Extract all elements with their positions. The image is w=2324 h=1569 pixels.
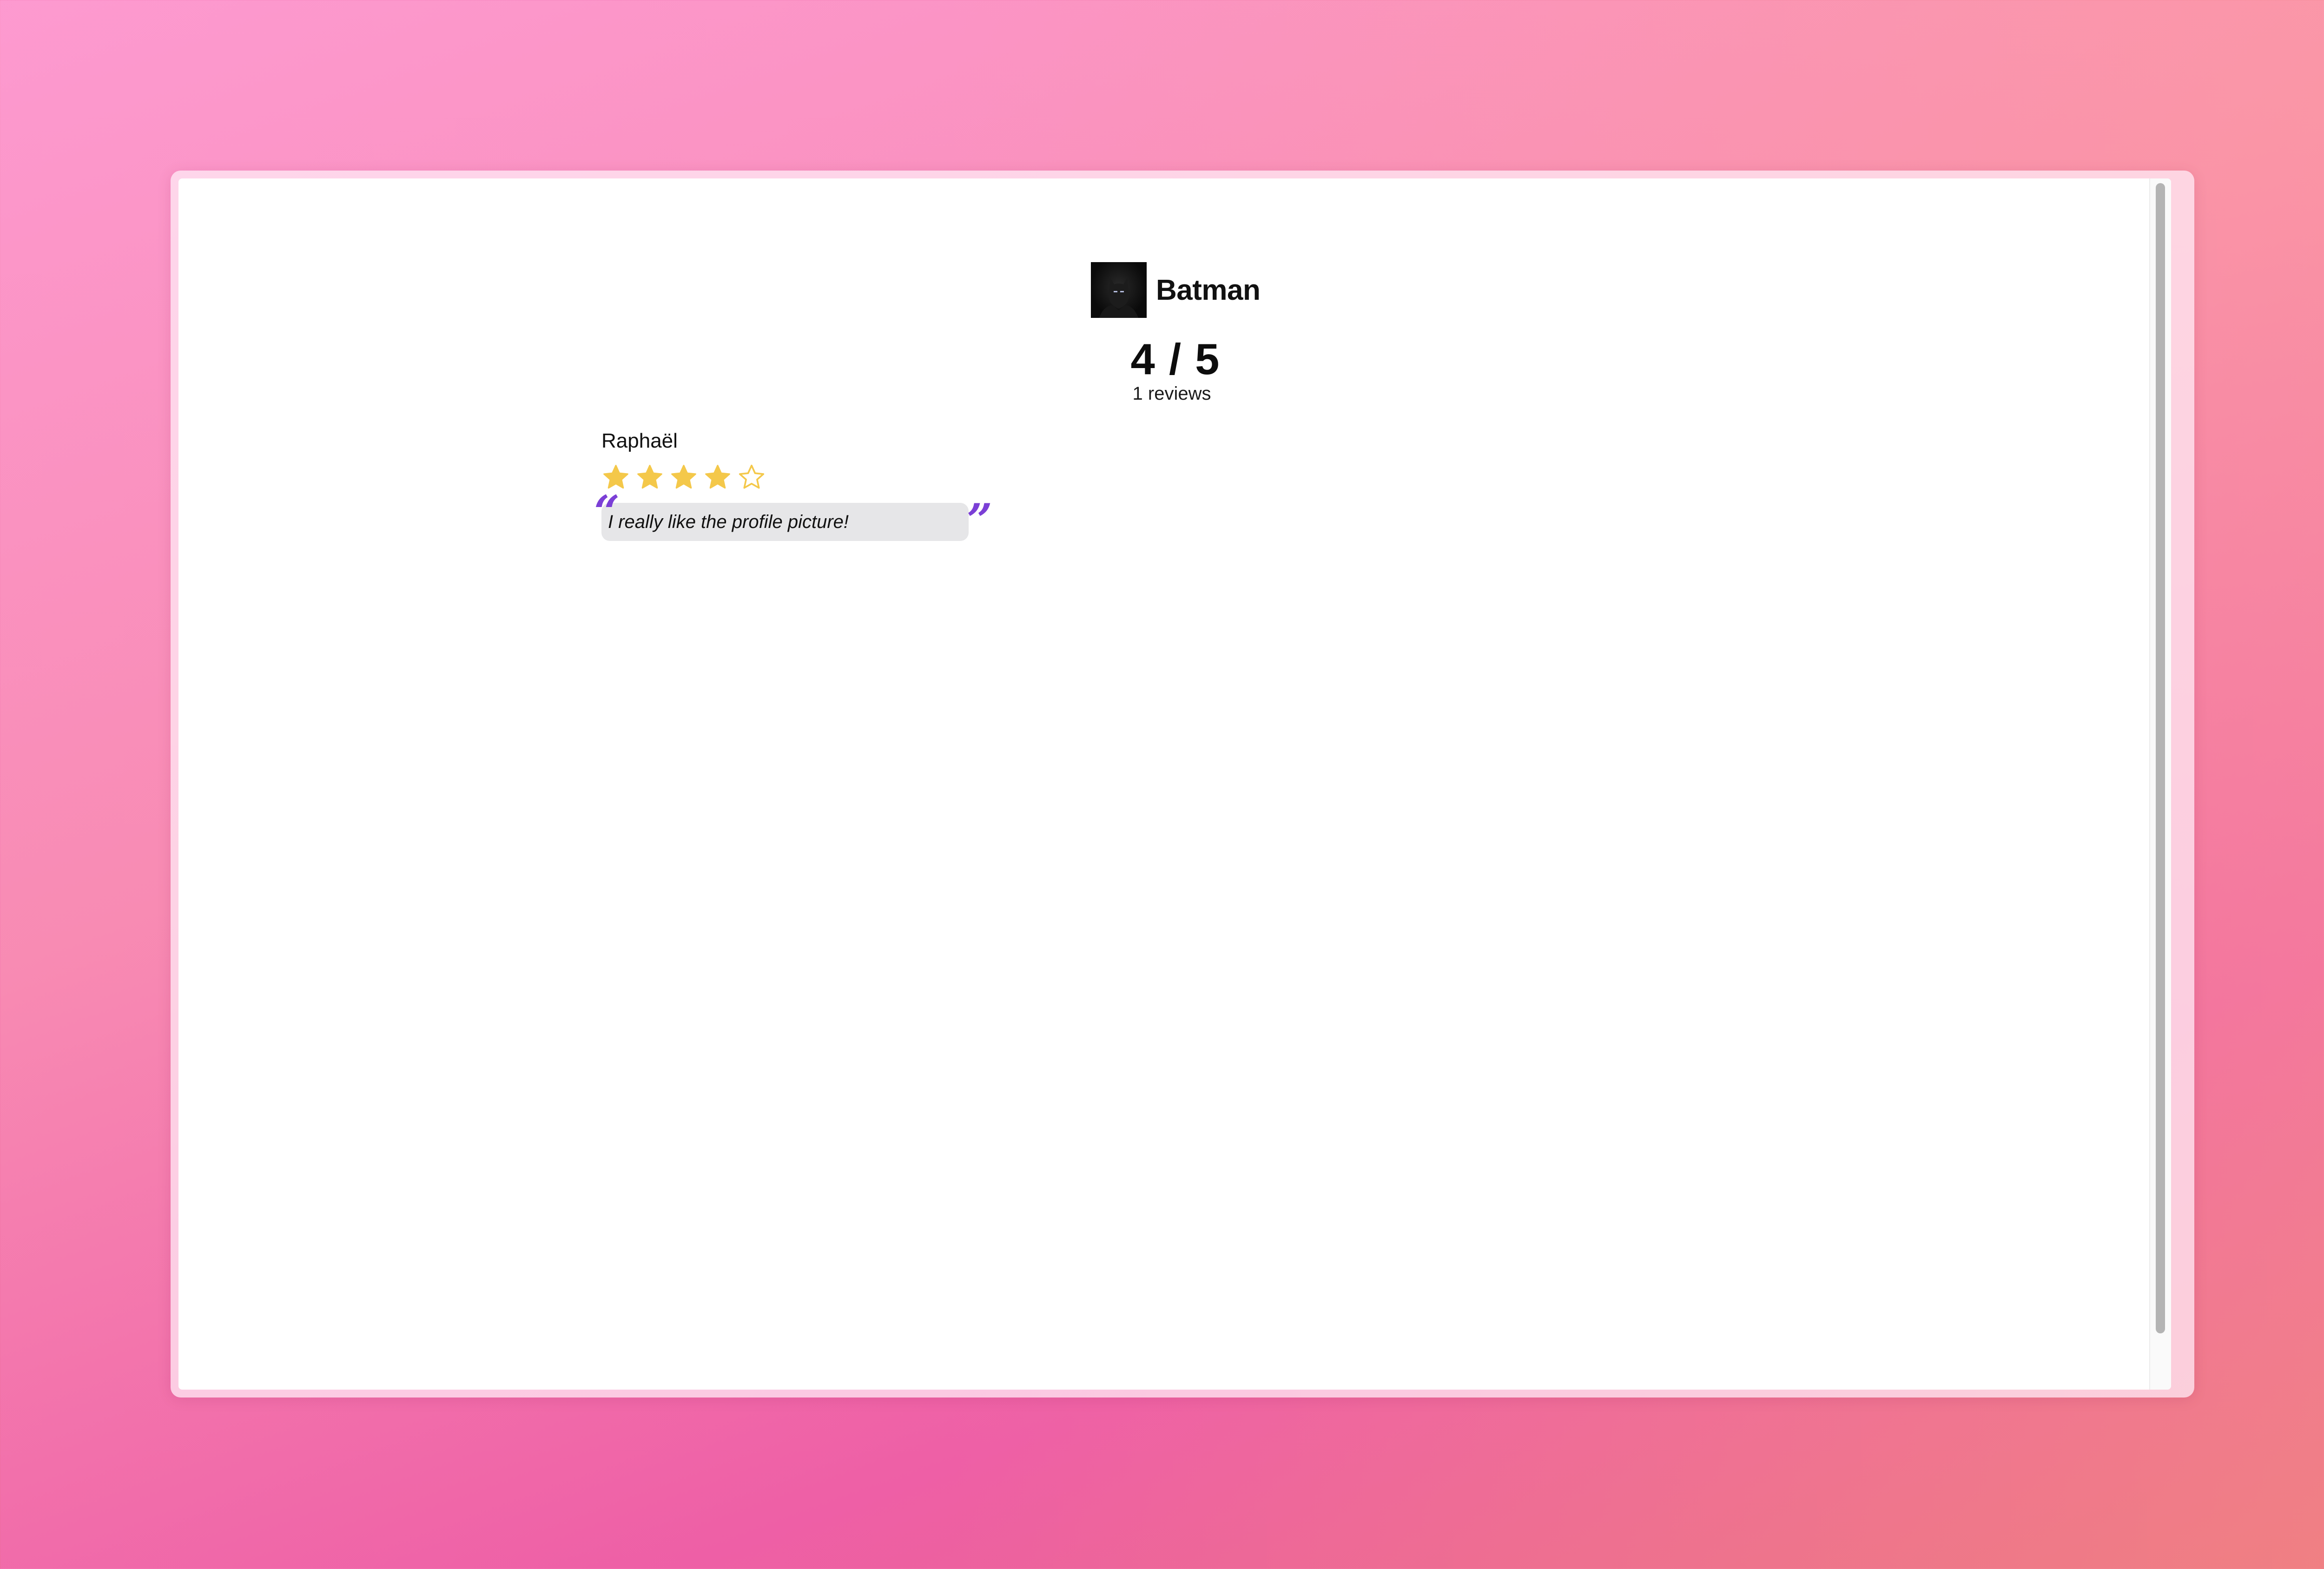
star-filled-icon xyxy=(671,465,696,489)
quote-open-icon: “ xyxy=(594,486,620,538)
review-count: 1 reviews xyxy=(1132,383,1211,404)
average-rating: 4 / 5 xyxy=(1130,335,1221,383)
scrollbar-thumb[interactable] xyxy=(2156,183,2165,1333)
quote-box: I really like the profile picture! xyxy=(601,503,969,541)
scrollbar[interactable] xyxy=(2149,178,2171,1390)
star-filled-icon xyxy=(637,465,662,489)
quote-close-icon: ” xyxy=(967,494,993,547)
review-text: I really like the profile picture! xyxy=(608,511,849,532)
batman-avatar-icon xyxy=(1099,278,1138,318)
star-rating xyxy=(601,463,969,492)
profile-header: Batman xyxy=(1091,262,1261,318)
rating-summary: 4 / 5 1 reviews xyxy=(1108,336,1243,404)
review-quote: I really like the profile picture! “ ” xyxy=(594,490,992,543)
star-empty-icon xyxy=(739,464,765,489)
window-frame: Batman 4 / 5 1 reviews Raphaël I really … xyxy=(171,171,2194,1398)
profile-name: Batman xyxy=(1156,274,1261,306)
review-item: Raphaël I really like the profile pictur… xyxy=(594,429,992,543)
avatar xyxy=(1091,262,1147,318)
browser-window: Batman 4 / 5 1 reviews Raphaël I really … xyxy=(178,178,2171,1390)
reviewer-name: Raphaël xyxy=(601,429,678,452)
star-filled-icon xyxy=(705,465,730,489)
